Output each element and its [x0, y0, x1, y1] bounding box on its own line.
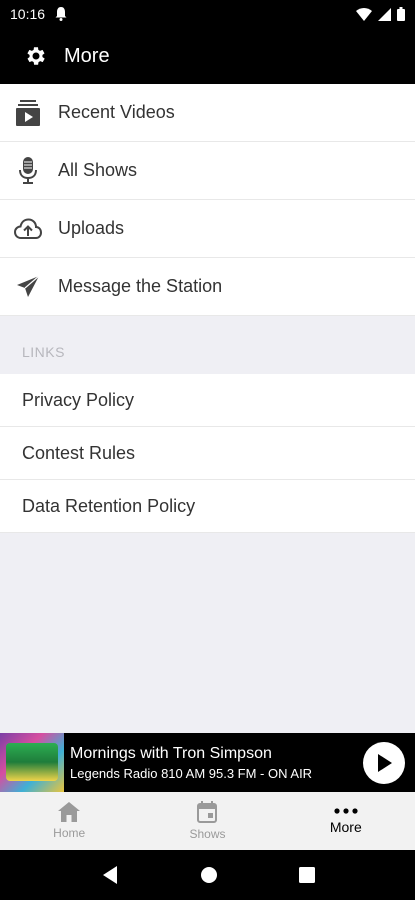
menu-item-label: Uploads — [58, 218, 125, 238]
now-playing-show-title: Mornings with Tron Simpson — [70, 744, 272, 762]
battery-icon — [397, 7, 405, 21]
notification-bell-icon — [55, 7, 67, 21]
links-list: Privacy Policy Contest Rules Data Retent… — [0, 374, 415, 533]
tab-home[interactable]: Home — [0, 792, 138, 850]
now-playing-bar[interactable]: Mornings with Tron Simpson Legends Radio… — [0, 733, 415, 792]
gear-icon — [27, 47, 45, 65]
more-menu: Recent Videos All Shows Uploads Message … — [0, 84, 415, 316]
menu-item-all-shows[interactable]: All Shows — [0, 142, 415, 200]
show-artwork — [0, 733, 64, 792]
send-icon — [14, 273, 42, 301]
menu-item-label: All Shows — [58, 160, 138, 180]
tab-label: More — [329, 819, 362, 835]
links-section-header: LINKS — [0, 320, 415, 374]
system-navigation-bar — [0, 850, 415, 900]
link-privacy-policy[interactable]: Privacy Policy — [0, 374, 415, 427]
status-bar: 10:16 — [0, 0, 415, 28]
now-playing-station-info: Legends Radio 810 AM 95.3 FM - ON AIR — [70, 765, 313, 781]
more-horizontal-icon — [334, 808, 358, 814]
recents-square-icon[interactable] — [298, 867, 315, 883]
app-bar: More — [0, 28, 415, 84]
bottom-tab-bar: Home Shows More — [0, 792, 415, 850]
home-icon — [58, 802, 81, 822]
tab-shows[interactable]: Shows — [138, 792, 276, 850]
tab-label: Shows — [189, 827, 226, 841]
cloud-upload-icon — [14, 215, 42, 243]
tab-more[interactable]: More — [277, 792, 415, 850]
play-button[interactable] — [363, 741, 405, 784]
video-library-icon — [14, 99, 42, 127]
link-contest-rules[interactable]: Contest Rules — [0, 427, 415, 480]
link-data-retention-policy[interactable]: Data Retention Policy — [0, 480, 415, 533]
tab-label: Home — [53, 826, 86, 840]
menu-item-label: Recent Videos — [58, 102, 175, 122]
play-icon — [378, 753, 392, 772]
page-title: More — [64, 44, 110, 67]
menu-item-uploads[interactable]: Uploads — [0, 200, 415, 258]
home-circle-icon[interactable] — [200, 866, 218, 884]
calendar-icon — [197, 801, 218, 823]
menu-item-message-station[interactable]: Message the Station — [0, 258, 415, 316]
wifi-icon — [356, 7, 372, 21]
signal-icon — [378, 7, 391, 21]
status-time: 10:16 — [10, 6, 46, 22]
back-icon[interactable] — [101, 865, 119, 885]
menu-item-label: Message the Station — [58, 276, 223, 296]
microphone-icon — [14, 156, 42, 185]
menu-item-recent-videos[interactable]: Recent Videos — [0, 84, 415, 142]
